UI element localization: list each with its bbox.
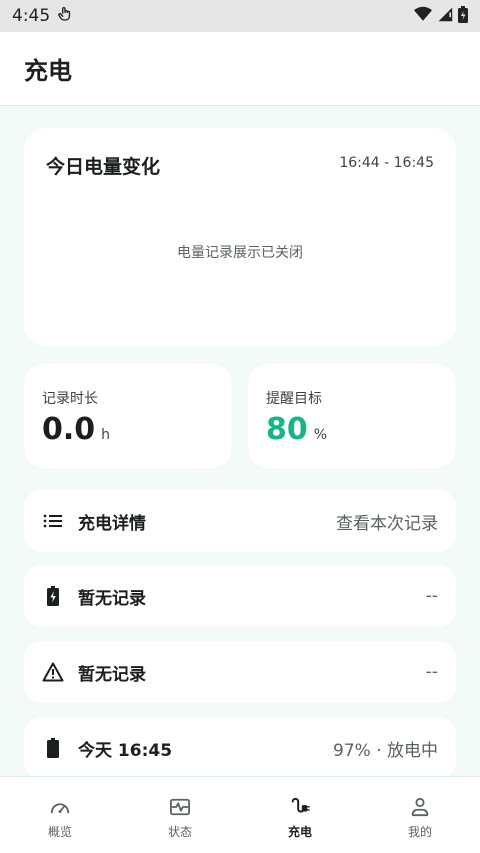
nav-tab-status[interactable]: 状态 [120,777,240,853]
signal-icon [437,6,453,26]
list-icon [42,510,64,532]
row-value: -- [425,662,438,682]
nav-label: 概览 [47,825,72,839]
row-label: 充电详情 [78,513,146,534]
target-unit: % [313,427,328,443]
chart-time-range: 16:44 - 16:45 [339,155,434,171]
charge-record-row[interactable]: 暂无记录 -- [24,565,456,627]
touch-hand-icon [56,5,74,27]
duration-stat-card: 记录时长 0.0 h [24,364,232,468]
speedometer-icon [48,795,72,819]
nav-tab-profile[interactable]: 我的 [360,777,480,853]
row-label: 暂无记录 [78,664,146,685]
nav-tab-overview[interactable]: 概览 [0,777,120,853]
duration-label: 记录时长 [42,391,98,407]
view-record-link[interactable]: 查看本次记录 [336,509,438,534]
chart-title: 今日电量变化 [46,156,161,178]
battery-icon [42,737,64,759]
duration-unit: h [101,427,111,443]
row-label: 暂无记录 [78,588,146,609]
person-icon [408,795,432,819]
row-value: 97% · 放电中 [333,740,438,761]
bottom-navigation: 概览 状态 充电 我的 [0,776,480,853]
charge-details-row[interactable]: 充电详情 查看本次记录 [24,490,456,552]
plug-icon [288,795,312,819]
chart-empty-message: 电量记录展示已关闭 [177,245,303,261]
nav-tab-charging[interactable]: 充电 [240,777,360,853]
status-time: 4:45 [12,6,51,26]
warning-icon [42,661,64,683]
app-bar: 充电 [0,32,480,106]
pulse-icon [168,795,192,819]
nav-label: 我的 [407,825,432,839]
warning-record-row[interactable]: 暂无记录 -- [24,641,456,703]
nav-label: 充电 [287,825,312,839]
battery-charging-icon [42,585,64,607]
battery-chart-card[interactable]: 今日电量变化 16:44 - 16:45 电量记录展示已关闭 [24,128,456,346]
nav-label: 状态 [167,825,192,839]
target-value: 80 [266,412,308,447]
page-title: 充电 [24,57,72,85]
wifi-icon [414,6,432,26]
row-label: 今天 16:45 [78,740,173,761]
target-stat-card[interactable]: 提醒目标 80 % [248,364,456,468]
duration-value: 0.0 [42,412,96,447]
status-bar: 4:45 [0,0,480,32]
battery-status-icon [458,5,468,27]
row-value: -- [425,586,438,606]
today-record-row[interactable]: 今天 16:45 97% · 放电中 [24,717,456,776]
target-label: 提醒目标 [266,391,322,407]
main-content[interactable]: 今日电量变化 16:44 - 16:45 电量记录展示已关闭 记录时长 0.0 … [0,106,480,776]
